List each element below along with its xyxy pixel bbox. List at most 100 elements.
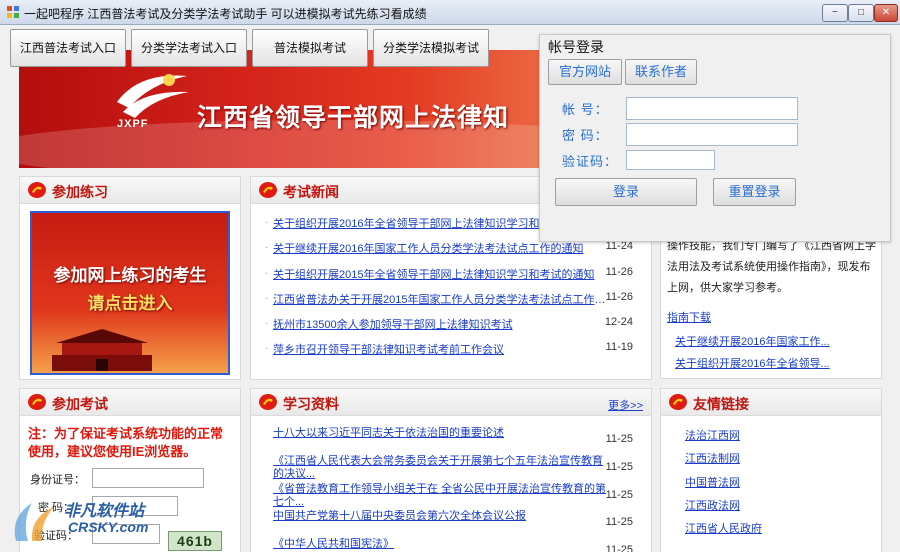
party-emblem-icon [28,394,46,410]
window-title: 一起吧程序 江西普法考试及分类学法考试助手 可以进模拟考试先练习看成绩 [24,7,427,21]
account-login-dialog: 帐号登录 官方网站 联系作者 帐 号： 密 码： 验证码： 登录 重置登录 [539,34,891,242]
friend-link[interactable]: 中国普法网 [685,474,762,497]
close-button[interactable]: ✕ [874,4,898,22]
news-item[interactable]: · 萍乡市召开领导干部法律知识考试考前工作会议 11-19 [251,337,651,362]
exam-password-label: 密 码： [38,502,75,514]
news-title[interactable]: 关于继续开展2016年国家工作人员分类学法考法试点工作的通知 [273,240,613,256]
browser-notice: 注：为了保证考试系统功能的正常使用，建议您使用IE浏览器。 [28,426,224,459]
captcha-input[interactable] [626,150,715,170]
friend-links-panel: 友情链接 法治江西网 江西法制网 中国普法网 江西政法网 江西省人民政府 [660,388,882,552]
news-item[interactable]: · 江西省普法办关于开展2015年国家工作人员分类学法考法试点工作的通... 11-… [251,287,651,312]
study-title[interactable]: 《省普法教育工作领导小组关于在 全省公民中开展法治宣传教育的第七个... [273,483,608,509]
party-emblem-icon [259,394,277,410]
news-title[interactable]: 萍乡市召开领导干部法律知识考试考前工作会议 [273,341,613,357]
practice-panel-header: 参加练习 [20,177,240,204]
pufa-mock-exam-button[interactable]: 普法模拟考试 [252,29,368,67]
login-dialog-title: 帐号登录 [548,39,604,55]
study-title[interactable]: 《中华人民共和国宪法》 [273,538,608,551]
banner-logo-text: JXPF [117,118,149,130]
news-title[interactable]: 关于组织开展2015年全省领导干部网上法律知识学习和考试的通知 [273,266,613,282]
maximize-button[interactable]: □ [848,4,874,22]
study-panel-header: 学习资料 更多>> [251,389,651,416]
practice-image-line1: 参加网上练习的考生 [53,266,207,285]
password-label: 密 码： [562,128,609,143]
captcha-label: 验证码： [562,154,619,169]
bullet-icon: · [265,318,269,330]
category-mock-exam-button[interactable]: 分类学法模拟考试 [373,29,489,67]
study-item[interactable]: 《省普法教育工作领导小组关于在 全省公民中开展法治宣传教育的第七个... 11-2… [251,482,651,510]
more-link[interactable]: 更多>> [608,397,643,413]
reset-login-button[interactable]: 重置登录 [713,178,796,206]
news-date: 11-24 [605,240,633,253]
study-title[interactable]: 十八大以来习近平同志关于依法治国的重要论述 [273,427,608,440]
bullet-icon: · [265,343,269,355]
exam-panel: 参加考试 注：为了保证考试系统功能的正常使用，建议您使用IE浏览器。 身份证号：… [19,388,241,552]
party-emblem-icon [28,182,46,198]
news-date: 11-26 [605,290,633,303]
study-item[interactable]: 十八大以来习近平同志关于依法治国的重要论述 11-25 [251,426,651,454]
jiangxi-pufa-exam-button[interactable]: 江西普法考试入口 [10,29,126,67]
guide-download-link[interactable]: 指南下载 [667,309,711,325]
party-emblem-icon [259,182,277,198]
captcha-image[interactable]: 461b [168,531,222,551]
study-list: 十八大以来习近平同志关于依法治国的重要论述 11-25 《江西省人民代表大会常务委… [251,426,651,552]
exam-panel-title: 参加考试 [52,396,108,412]
study-title[interactable]: 中国共产党第十八届中央委员会第六次全体会议公报 [273,510,608,523]
intro-link[interactable]: 关于继续开展2016年国家工作... [675,333,830,349]
contact-author-button[interactable]: 联系作者 [625,59,697,85]
party-emblem-icon [669,394,687,410]
login-button[interactable]: 登录 [555,178,697,206]
news-title[interactable]: 江西省普法办关于开展2015年国家工作人员分类学法考法试点工作的通... [273,291,613,307]
practice-panel-title: 参加练习 [52,184,108,200]
exam-panel-header: 参加考试 [20,389,240,416]
category-exam-button[interactable]: 分类学法考试入口 [131,29,247,67]
friend-link[interactable]: 江西法制网 [685,450,762,473]
study-item[interactable]: 《中华人民共和国宪法》 11-25 [251,537,651,552]
exam-password-input[interactable] [92,496,178,516]
study-item[interactable]: 《江西省人民代表大会常务委员会关于开展第七个五年法治宣传教育的决议... 11-2… [251,454,651,482]
study-date: 11-25 [605,433,633,445]
study-panel: 学习资料 更多>> 十八大以来习近平同志关于依法治国的重要论述 11-25 《江西… [250,388,652,552]
id-number-label: 身份证号： [30,474,85,486]
news-item[interactable]: · 抚州市13500余人参加领导干部网上法律知识考试 12-24 [251,312,651,337]
friend-links-list: 法治江西网 江西法制网 中国普法网 江西政法网 江西省人民政府 [685,427,762,543]
bullet-icon: · [265,217,269,228]
study-item[interactable]: 中国共产党第十八届中央委员会第六次全体会议公报 11-25 [251,509,651,537]
news-item[interactable]: · 关于组织开展2015年全省领导干部网上法律知识学习和考试的通知 11-26 [251,262,651,287]
browser-content: JXPF 江西省领导干部网上法律知 江西普法考试入口 分类学法考试入口 普法模拟… [0,25,900,552]
friend-links-title: 友情链接 [693,396,749,412]
news-title[interactable]: 抚州市13500余人参加领导干部网上法律知识考试 [273,316,613,332]
bullet-icon: · [265,292,269,304]
exam-captcha-label: 验证码： [34,530,78,542]
bullet-icon: · [265,267,269,279]
site-title: 江西省领导干部网上法律知 [197,104,510,132]
intro-link[interactable]: 关于组织开展2016年全省领导... [675,355,830,371]
friend-links-header: 友情链接 [661,389,881,416]
official-site-button[interactable]: 官方网站 [548,59,622,85]
tiananmen-gate-icon [52,329,152,371]
friend-link[interactable]: 江西政法网 [685,497,762,520]
news-date: 12-24 [604,316,633,329]
minimize-button[interactable]: − [822,4,848,22]
news-date: 11-19 [605,341,633,354]
study-title[interactable]: 《江西省人民代表大会常务委员会关于开展第七个五年法治宣传教育的决议... [273,455,608,481]
study-date: 11-25 [605,516,633,529]
app-icon [7,6,19,18]
study-date: 11-25 [605,488,633,501]
window-titlebar: 一起吧程序 江西普法考试及分类学法考试助手 可以进模拟考试先练习看成绩 − □ … [0,0,900,25]
practice-entry-image[interactable]: 参加网上练习的考生 请点击进入 [30,211,230,375]
password-input[interactable] [626,123,798,146]
friend-link[interactable]: 江西省人民政府 [685,520,762,543]
id-number-input[interactable] [92,468,204,488]
news-date: 11-26 [605,265,633,278]
practice-panel: 参加练习 参加网上练习的考生 请点击进入 [19,176,241,380]
study-panel-title: 学习资料 [283,396,339,412]
news-panel-title: 考试新闻 [283,184,339,200]
friend-link[interactable]: 法治江西网 [685,427,762,450]
account-label: 帐 号： [562,102,609,117]
exam-captcha-input[interactable] [92,524,160,544]
account-input[interactable] [626,97,798,120]
practice-image-line2: 请点击进入 [87,294,173,313]
study-date: 11-25 [605,544,633,552]
bullet-icon: · [265,242,269,254]
